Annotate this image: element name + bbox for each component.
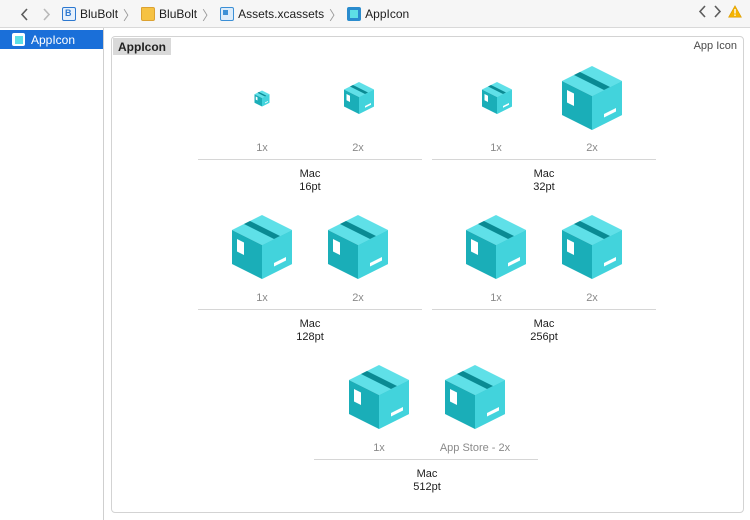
breadcrumb-asset-catalog[interactable]: Assets.xcassets	[220, 7, 324, 21]
icon-slot-256pt-2x[interactable]	[560, 214, 624, 280]
breadcrumb-separator: 〉	[329, 7, 343, 23]
group-platform-label: Mac	[299, 168, 321, 180]
app-box-icon	[482, 82, 512, 114]
group-divider	[432, 309, 656, 310]
scale-label: 2x	[352, 292, 364, 304]
chevron-right-icon	[42, 7, 50, 21]
icon-slot-16pt-1x[interactable]	[248, 84, 276, 112]
chevron-right-icon[interactable]	[713, 5, 722, 18]
panel-type-label: App Icon	[693, 40, 737, 52]
forward-button[interactable]	[38, 5, 54, 23]
jump-bar: BluBolt 〉 BluBolt 〉 Assets.xcassets 〉 Ap…	[0, 0, 750, 28]
asset-catalog-icon	[220, 7, 235, 21]
icon-slot-128pt-2x[interactable]	[326, 214, 390, 280]
scale-label: 2x	[352, 142, 364, 154]
group-size-label: 512pt	[413, 481, 441, 493]
folder-icon	[141, 7, 156, 21]
scale-label: 1x	[490, 292, 502, 304]
breadcrumb-label: BluBolt	[80, 7, 119, 21]
group-size-label: 32pt	[533, 181, 555, 193]
breadcrumb: BluBolt 〉 BluBolt 〉 Assets.xcassets 〉 Ap…	[62, 5, 409, 23]
scale-label: 1x	[256, 292, 268, 304]
group-platform-label: Mac	[299, 318, 321, 330]
icon-slot-256pt-1x[interactable]	[464, 214, 528, 280]
breadcrumb-project[interactable]: BluBolt	[62, 7, 118, 21]
warning-button[interactable]	[728, 5, 742, 18]
group-divider	[198, 309, 422, 310]
app-box-icon	[328, 215, 388, 279]
app-box-icon	[344, 82, 374, 114]
warning-icon	[728, 5, 742, 18]
scale-label: 2x	[586, 292, 598, 304]
jump-bar-tools	[698, 5, 742, 18]
icon-slot-128pt-1x[interactable]	[230, 214, 294, 280]
app-box-icon	[349, 365, 409, 429]
breadcrumb-separator: 〉	[123, 7, 137, 23]
appicon-set-icon	[12, 33, 25, 46]
group-platform-label: Mac	[533, 168, 555, 180]
breadcrumb-separator: 〉	[202, 7, 216, 23]
scale-label: 1x	[373, 442, 385, 454]
breadcrumb-label: Assets.xcassets	[238, 7, 325, 21]
asset-sidebar: AppIcon	[0, 28, 104, 520]
group-platform-label: Mac	[416, 468, 438, 480]
app-box-icon	[232, 215, 292, 279]
icon-slot-32pt-1x[interactable]	[480, 81, 514, 115]
project-file-icon	[62, 7, 76, 21]
icon-slot-32pt-2x[interactable]	[560, 65, 624, 131]
icon-slot-512pt-1x[interactable]	[347, 364, 411, 430]
group-size-label: 256pt	[530, 331, 558, 343]
scale-label: 1x	[490, 142, 502, 154]
appicon-set-icon	[347, 7, 362, 21]
app-box-icon	[445, 365, 505, 429]
sidebar-item-label: AppIcon	[31, 32, 76, 47]
sidebar-item-appicon[interactable]: AppIcon	[0, 30, 103, 49]
group-size-label: 128pt	[296, 331, 324, 343]
group-platform-label: Mac	[533, 318, 555, 330]
breadcrumb-label: AppIcon	[365, 7, 410, 21]
appicon-editor-panel: AppIcon App Icon 1x 2x Mac 16pt 1x 2x Ma…	[111, 36, 744, 513]
chevron-left-icon	[20, 7, 28, 21]
app-box-icon	[562, 215, 622, 279]
icon-slot-512pt-app-store[interactable]	[443, 364, 507, 430]
app-box-icon	[466, 215, 526, 279]
back-button[interactable]	[16, 5, 32, 23]
app-box-icon	[562, 66, 622, 130]
group-size-label: 16pt	[299, 181, 321, 193]
panel-title: AppIcon	[113, 38, 171, 55]
group-divider	[198, 159, 422, 160]
breadcrumb-label: BluBolt	[159, 7, 198, 21]
breadcrumb-appicon[interactable]: AppIcon	[347, 7, 409, 21]
breadcrumb-folder[interactable]: BluBolt	[141, 7, 197, 21]
chevron-left-icon[interactable]	[698, 5, 707, 18]
group-divider	[432, 159, 656, 160]
icon-slot-16pt-2x[interactable]	[342, 81, 376, 115]
scale-label: 1x	[256, 142, 268, 154]
scale-label: App Store - 2x	[439, 442, 511, 454]
app-box-icon	[254, 90, 270, 106]
scale-label: 2x	[586, 142, 598, 154]
group-divider	[314, 459, 538, 460]
